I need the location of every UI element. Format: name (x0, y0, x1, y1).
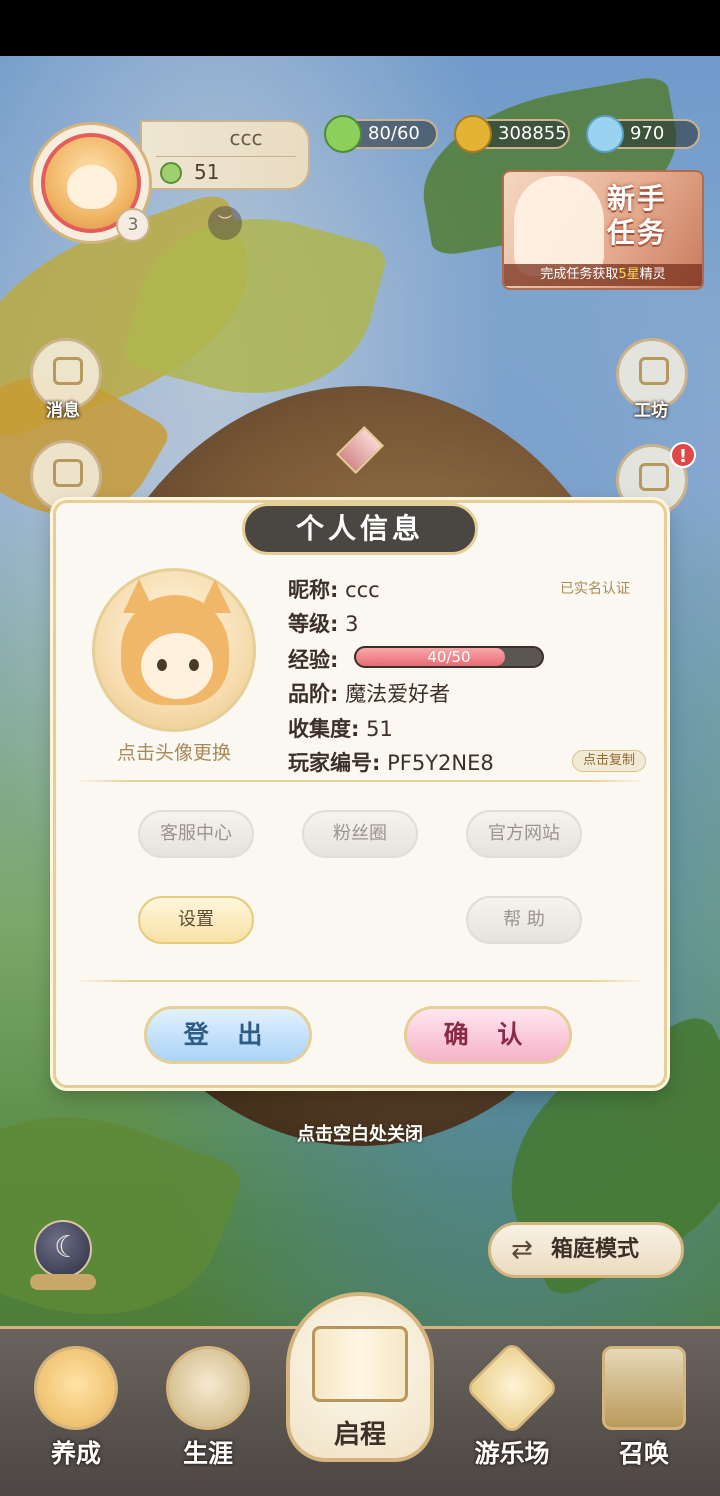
avatar-eye-right (189, 659, 199, 671)
collection-row: 收集度: 51 (288, 713, 393, 743)
expand-chevron-icon[interactable]: ︶ (208, 206, 242, 240)
level-row: 等级: 3 (288, 608, 358, 638)
crown-icon (166, 1346, 250, 1430)
banner-subtitle: 完成任务获取5星精灵 (504, 264, 702, 286)
player-id-row: 玩家编号: PF5Y2NE8 (288, 747, 494, 777)
collection-label: 收集度: (288, 717, 360, 741)
stamina-pill[interactable]: 80/60 (324, 115, 438, 153)
clover-icon (324, 115, 362, 153)
garden-mode-label: 箱庭模式 (551, 1237, 640, 1262)
book-icon (312, 1326, 408, 1402)
exp-progress-bar: 40/50 (354, 646, 544, 668)
collection-count: 51 (194, 160, 220, 184)
copy-id-button[interactable]: 点击复制 (572, 750, 646, 772)
level-value: 3 (345, 612, 359, 636)
moon-icon: ☾ (54, 1230, 81, 1265)
playground-icon (464, 1340, 560, 1436)
banner-title: 新手 任务 (582, 182, 692, 250)
collection-clover-icon (160, 162, 182, 184)
player-id-value: PF5Y2NE8 (387, 751, 494, 775)
logout-button[interactable]: 登 出 (144, 1006, 312, 1064)
crystal-ball-base (30, 1274, 96, 1290)
stamina-value: 80/60 (368, 123, 420, 144)
banner-title-line2: 任务 (606, 216, 667, 249)
panel-title: 个人信息 (242, 503, 478, 555)
gold-coin-icon (454, 115, 492, 153)
panel-divider-top (74, 780, 646, 782)
gold-pill[interactable]: 308855 (454, 115, 570, 153)
banner-subtitle-suffix: 精灵 (639, 267, 666, 282)
gem-pill[interactable]: 970 (586, 115, 700, 153)
nav-nurture[interactable]: 养成 (16, 1340, 136, 1480)
nickname-row: 昵称: ccc (288, 574, 380, 604)
avatar-face (67, 165, 117, 209)
status-bar (0, 0, 720, 56)
rank-label: 品阶: (288, 682, 339, 706)
nurture-icon (34, 1346, 118, 1430)
settings-button[interactable]: 设置 (138, 896, 254, 944)
verified-badge: 已实名认证 (560, 581, 630, 597)
player-id-label: 玩家编号: (288, 751, 381, 775)
player-nickname: ccc (229, 126, 263, 150)
nav-career[interactable]: 生涯 (148, 1340, 268, 1480)
newbie-task-banner[interactable]: 新手 任务 完成任务获取5星精灵 (502, 170, 704, 290)
nickname-label: 昵称: (288, 578, 339, 602)
level-label: 等级: (288, 612, 339, 636)
avatar-eye-left (157, 659, 167, 671)
summon-card-icon (602, 1346, 686, 1430)
messages-label: 消息 (46, 401, 80, 421)
diamond-icon (586, 115, 624, 153)
workshop-icon (639, 357, 669, 385)
exp-progress-text: 40/50 (427, 648, 471, 666)
envelope-icon (53, 357, 83, 385)
crystal-ball-icon: ☾ (34, 1220, 92, 1278)
confirm-button[interactable]: 确 认 (404, 1006, 572, 1064)
fan-circle-button[interactable]: 粉丝圈 (302, 810, 418, 858)
panel-divider-bottom (74, 980, 646, 982)
close-hint: 点击空白处关闭 (297, 1124, 423, 1145)
exp-row: 经验: (288, 644, 338, 674)
nav-journey-label: 启程 (333, 1420, 386, 1450)
nav-nurture-label: 养成 (50, 1439, 101, 1468)
workshop-label: 工坊 (634, 401, 668, 421)
garden-mode-button[interactable]: ⇄ 箱庭模式 (488, 1222, 684, 1278)
star-book-icon (639, 463, 669, 491)
exp-label: 经验: (288, 648, 339, 672)
nickname-value: ccc (345, 578, 380, 602)
name-divider (156, 156, 296, 157)
profile-avatar-button[interactable] (92, 568, 256, 732)
nav-summon[interactable]: 召唤 (584, 1340, 704, 1480)
night-mode-button[interactable]: ☾ (30, 1220, 96, 1292)
collection-value: 51 (366, 717, 393, 741)
notification-badge: ! (670, 442, 696, 468)
official-site-button[interactable]: 官方网站 (466, 810, 582, 858)
nav-career-label: 生涯 (182, 1439, 233, 1468)
player-level-badge: 3 (116, 208, 150, 242)
nav-playground-label: 游乐场 (474, 1439, 550, 1468)
gift-icon (53, 459, 83, 487)
rank-row: 品阶: 魔法爱好者 (288, 678, 450, 708)
player-name-plate[interactable]: ccc 51 (140, 120, 310, 190)
banner-subtitle-prefix: 完成任务获取 (540, 267, 619, 282)
banner-subtitle-highlight: 5星 (618, 267, 640, 282)
gold-value: 308855 (498, 123, 567, 144)
rank-value: 魔法爱好者 (345, 682, 451, 706)
help-button[interactable]: 帮 助 (466, 896, 582, 944)
switch-arrows-icon: ⇄ (511, 1235, 533, 1265)
change-avatar-hint[interactable]: 点击头像更换 (92, 738, 256, 765)
banner-title-line1: 新手 (606, 182, 667, 215)
nav-summon-label: 召唤 (618, 1439, 669, 1468)
gem-value: 970 (630, 123, 665, 144)
customer-service-button[interactable]: 客服中心 (138, 810, 254, 858)
nav-playground[interactable]: 游乐场 (452, 1340, 572, 1480)
avatar-face (141, 633, 213, 699)
nav-journey[interactable]: 启程 (286, 1292, 434, 1462)
